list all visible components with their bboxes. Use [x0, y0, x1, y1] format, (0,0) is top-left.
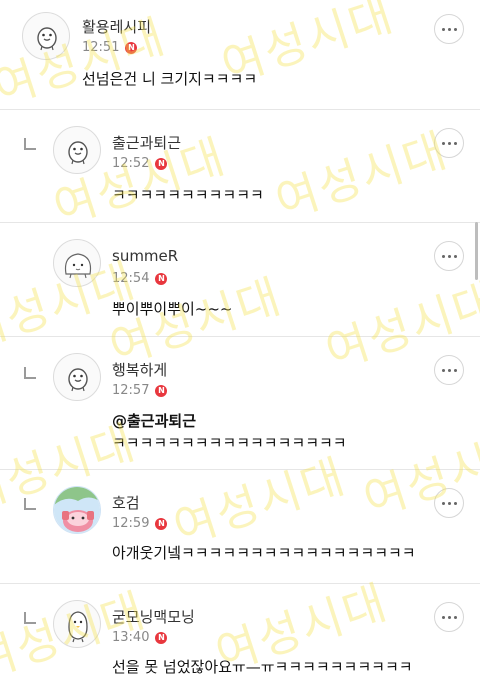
- comment-time: 12:59: [112, 516, 150, 531]
- comment-item: 출근과퇴근 12:52 N ㅋㅋㅋㅋㅋㅋㅋㅋㅋㅋㅋ: [0, 110, 480, 223]
- new-badge: N: [155, 384, 168, 397]
- comment-time: 12:54: [112, 271, 150, 286]
- comment-item: 활용레시피 12:51 N 선넘은건 니 크기지ㅋㅋㅋㅋ: [0, 0, 480, 110]
- more-options-button[interactable]: [434, 14, 464, 44]
- comment-item: summeR 12:54 N 뿌이뿌이뿌이~~~: [0, 223, 480, 337]
- reply-arrow-icon: [24, 612, 36, 624]
- new-badge: N: [155, 517, 168, 530]
- comment-nickname[interactable]: 활용레시피: [82, 16, 151, 37]
- comment-text: 선을 못 넘었잖아요ㅠ—ㅠㅋㅋㅋㅋㅋㅋㅋㅋㅋㅋ: [112, 658, 413, 676]
- pigeon-avatar[interactable]: [53, 353, 101, 401]
- pigeon-avatar[interactable]: [53, 126, 101, 174]
- more-options-button[interactable]: [434, 241, 464, 271]
- comment-list: 활용레시피 12:51 N 선넘은건 니 크기지ㅋㅋㅋㅋ 출근과퇴근 12:52…: [0, 0, 480, 693]
- new-badge: N: [155, 272, 168, 285]
- comment-meta: 12:57 N: [112, 383, 168, 398]
- comment-text: 아개웃기넼ㅋㅋㅋㅋㅋㅋㅋㅋㅋㅋㅋㅋㅋㅋㅋㅋㅋ: [112, 544, 416, 562]
- comment-text: 선넘은건 니 크기지ㅋㅋㅋㅋ: [82, 70, 258, 88]
- more-options-button[interactable]: [434, 128, 464, 158]
- comment-time: 12:52: [112, 156, 150, 171]
- comment-nickname[interactable]: summeR: [112, 247, 178, 265]
- comment-time: 12:57: [112, 383, 150, 398]
- comment-text: @출근과퇴근 ㅋㅋㅋㅋㅋㅋㅋㅋㅋㅋㅋㅋㅋㅋㅋㅋㅋ: [112, 410, 347, 454]
- reply-arrow-icon: [24, 138, 36, 150]
- pigeon-avatar[interactable]: [22, 12, 70, 60]
- comment-meta: 12:54 N: [112, 271, 168, 286]
- more-options-button[interactable]: [434, 488, 464, 518]
- comment-time: 13:40: [112, 630, 150, 645]
- comment-item: 굳모닝맥모닝 13:40 N 선을 못 넘었잖아요ㅠ—ㅠㅋㅋㅋㅋㅋㅋㅋㅋㅋㅋ: [0, 584, 480, 693]
- comment-time: 12:51: [82, 40, 120, 55]
- comment-meta: 13:40 N: [112, 630, 168, 645]
- comment-item: 행복하게 12:57 N @출근과퇴근 ㅋㅋㅋㅋㅋㅋㅋㅋㅋㅋㅋㅋㅋㅋㅋㅋㅋ: [0, 337, 480, 470]
- comment-text: ㅋㅋㅋㅋㅋㅋㅋㅋㅋㅋㅋ: [112, 186, 264, 204]
- penguin-avatar[interactable]: [53, 600, 101, 648]
- comment-text: 뿌이뿌이뿌이~~~: [112, 300, 233, 318]
- comment-nickname[interactable]: 출근과퇴근: [112, 132, 181, 153]
- mention-link[interactable]: @출근과퇴근: [112, 410, 347, 432]
- comment-meta: 12:52 N: [112, 156, 168, 171]
- comment-meta: 12:51 N: [82, 40, 138, 55]
- new-badge: N: [155, 157, 168, 170]
- comment-item: 호검 12:59 N 아개웃기넼ㅋㅋㅋㅋㅋㅋㅋㅋㅋㅋㅋㅋㅋㅋㅋㅋㅋ: [0, 470, 480, 584]
- new-badge: N: [155, 631, 168, 644]
- new-badge: N: [125, 41, 138, 54]
- reply-arrow-icon: [24, 498, 36, 510]
- scrollbar[interactable]: [475, 222, 478, 280]
- blob-avatar[interactable]: [53, 239, 101, 287]
- comment-nickname[interactable]: 굳모닝맥모닝: [112, 606, 195, 627]
- reply-arrow-icon: [24, 367, 36, 379]
- comment-nickname[interactable]: 행복하게: [112, 359, 167, 380]
- comment-text-body: ㅋㅋㅋㅋㅋㅋㅋㅋㅋㅋㅋㅋㅋㅋㅋㅋㅋ: [112, 434, 347, 452]
- more-options-button[interactable]: [434, 602, 464, 632]
- photo-avatar[interactable]: [53, 486, 101, 534]
- more-options-button[interactable]: [434, 355, 464, 385]
- comment-nickname[interactable]: 호검: [112, 492, 140, 513]
- comment-meta: 12:59 N: [112, 516, 168, 531]
